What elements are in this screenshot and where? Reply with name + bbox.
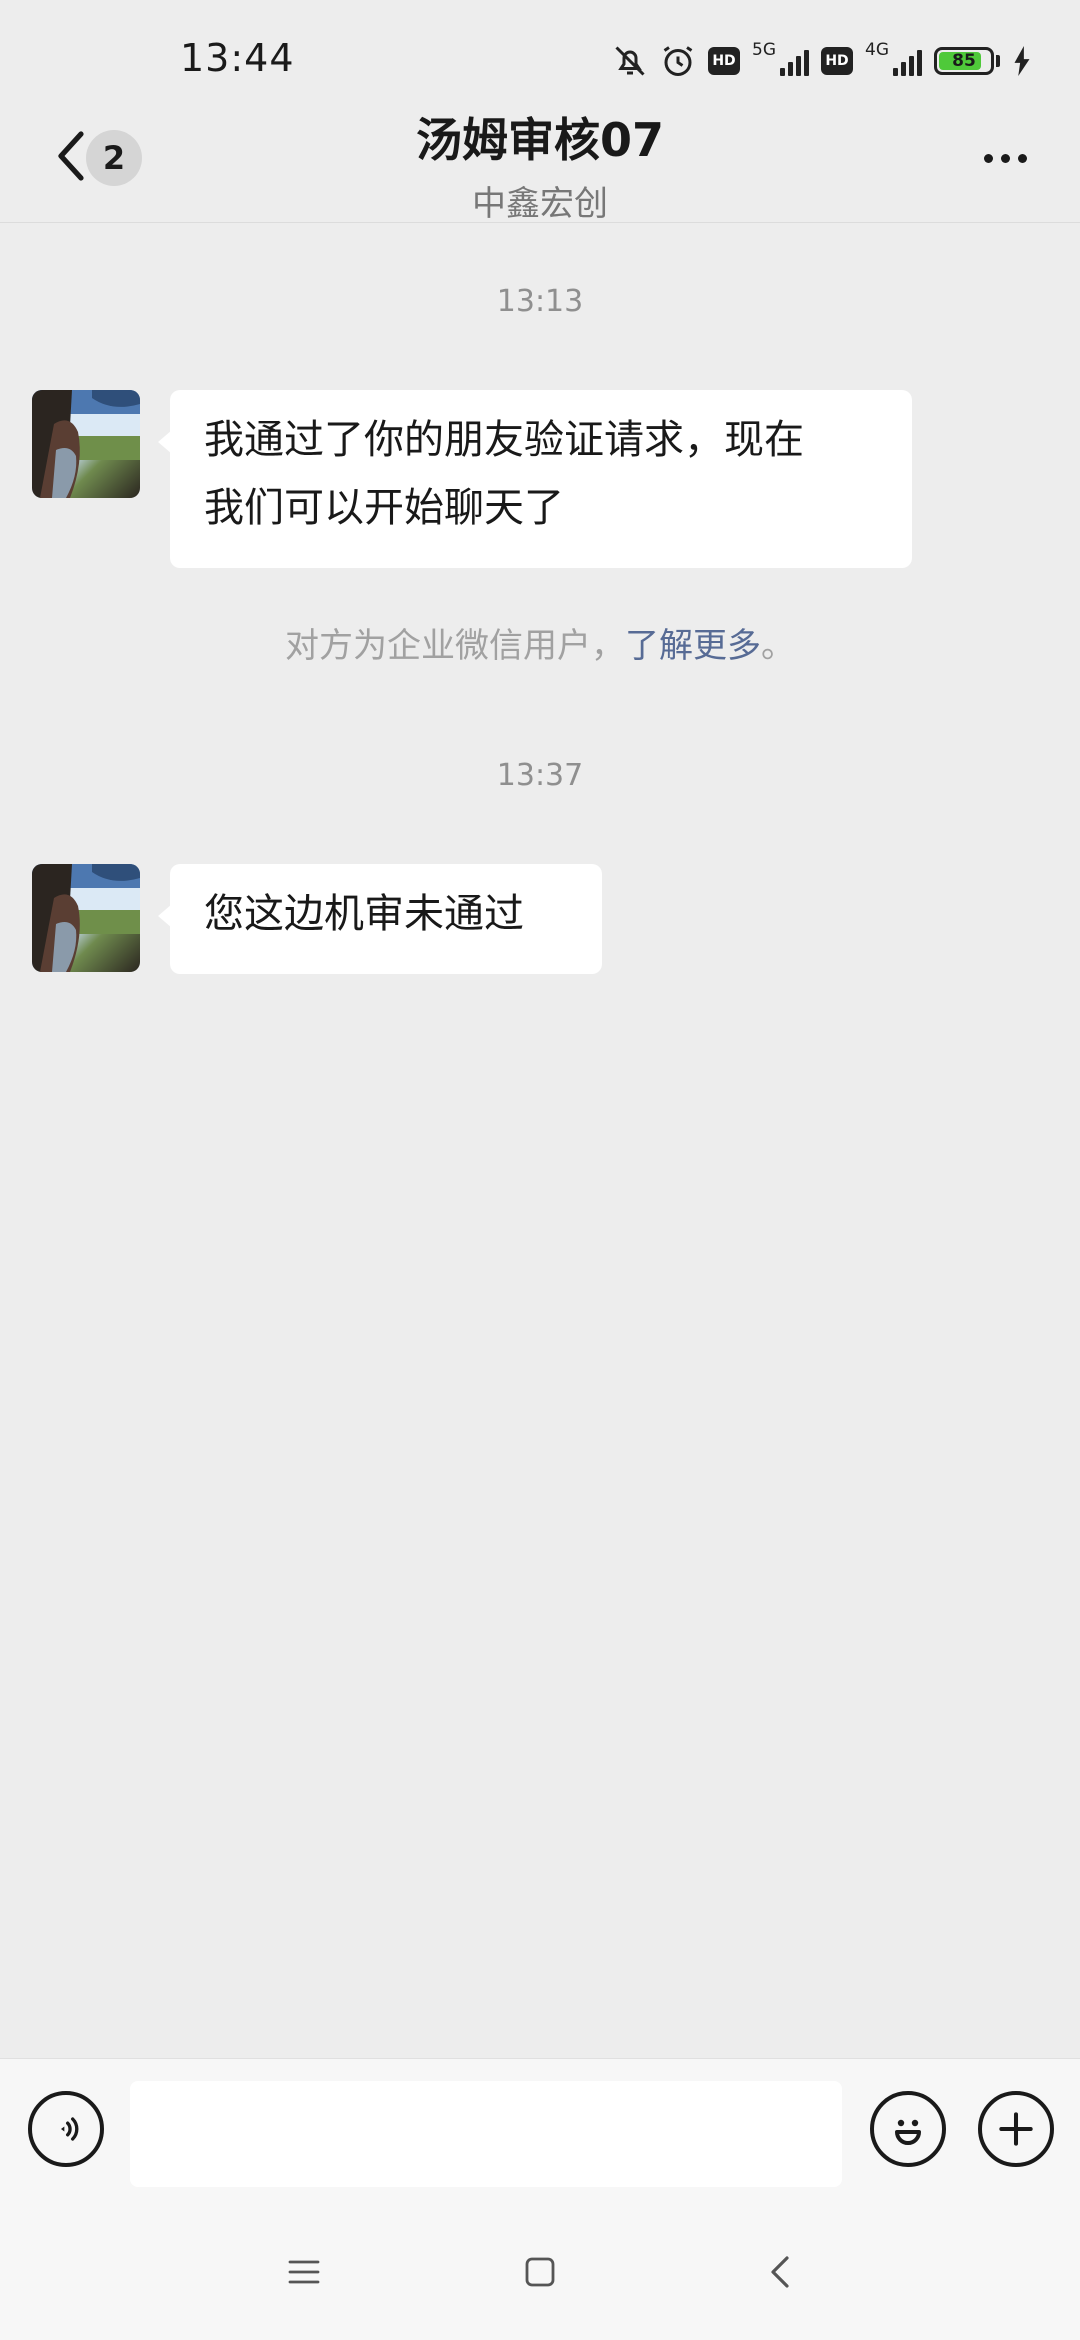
chat-screen: 13:44 HD 5G HD 4G 85 汤姆审核07 中鑫宏创 2 13:13…: [0, 0, 1080, 2340]
chat-subtitle: 中鑫宏创: [472, 184, 608, 224]
hd-icon: HD: [821, 47, 853, 75]
battery-icon: 85: [934, 47, 994, 75]
home-icon: [525, 2257, 555, 2287]
more-button[interactable]: [970, 128, 1040, 188]
message-text-line: 我通过了你的朋友验证请求，现在: [204, 417, 804, 463]
message-input[interactable]: [130, 2081, 842, 2187]
more-dot: [1000, 153, 1010, 163]
plus-button[interactable]: [978, 2091, 1054, 2167]
chevron-left-icon: [58, 131, 84, 181]
plus-icon: [999, 2112, 1033, 2146]
status-bar: 13:44 HD 5G HD 4G 85: [0, 0, 1080, 110]
avatar[interactable]: [32, 390, 140, 498]
more-dot: [1017, 153, 1027, 163]
menu-button[interactable]: [264, 2242, 344, 2302]
chat-header: 汤姆审核07 中鑫宏创 2: [0, 100, 1080, 225]
emoji-icon: [895, 2119, 921, 2145]
network-4g-label: 4G: [865, 40, 889, 60]
charging-icon: [1012, 46, 1032, 76]
message-timestamp: 13:13: [496, 284, 584, 319]
system-notice-text: 对方为企业微信用户，: [285, 626, 625, 666]
hd-icon: HD: [708, 47, 740, 75]
avatar[interactable]: [32, 864, 140, 972]
message-bubble[interactable]: 我通过了你的朋友验证请求，现在 我们可以开始聊天了: [158, 390, 912, 568]
emoji-button[interactable]: [870, 2091, 946, 2167]
voice-button[interactable]: [28, 2091, 104, 2167]
chat-title: 汤姆审核07: [415, 113, 664, 167]
battery-cap: [996, 55, 1000, 67]
avatar-image: [32, 390, 140, 498]
avatar-image: [32, 864, 140, 972]
learn-more-link[interactable]: 了解更多: [625, 626, 761, 666]
bell-off-icon: [612, 43, 648, 79]
back-icon: [771, 2256, 789, 2288]
battery-level: 85: [952, 51, 976, 71]
voice-icon: [61, 2117, 79, 2141]
title-block: 汤姆审核07 中鑫宏创: [0, 100, 1080, 225]
input-bar: [0, 2058, 1080, 2209]
message-timestamp: 13:37: [496, 758, 584, 793]
status-icons: HD 5G HD 4G 85: [612, 36, 1032, 86]
system-notice-end: 。: [761, 626, 795, 666]
message-bubble[interactable]: 您这边机审未通过: [158, 864, 602, 974]
alarm-icon: [660, 43, 696, 79]
system-nav-bar: [0, 2208, 1080, 2340]
message-text: 您这边机审未通过: [204, 891, 524, 937]
more-dots-icon: [983, 153, 993, 163]
network-5g-label: 5G: [752, 40, 776, 60]
status-time: 13:44: [180, 36, 295, 80]
system-notice: 对方为企业微信用户，了解更多。: [0, 618, 1080, 667]
signal-5g-icon: [780, 46, 809, 76]
signal-4g-icon: [893, 46, 922, 76]
unread-badge[interactable]: 2: [86, 130, 142, 186]
home-button[interactable]: [500, 2242, 580, 2302]
nav-back-button[interactable]: [740, 2242, 820, 2302]
menu-icon: [288, 2260, 320, 2284]
message-text-line: 我们可以开始聊天了: [204, 485, 564, 531]
